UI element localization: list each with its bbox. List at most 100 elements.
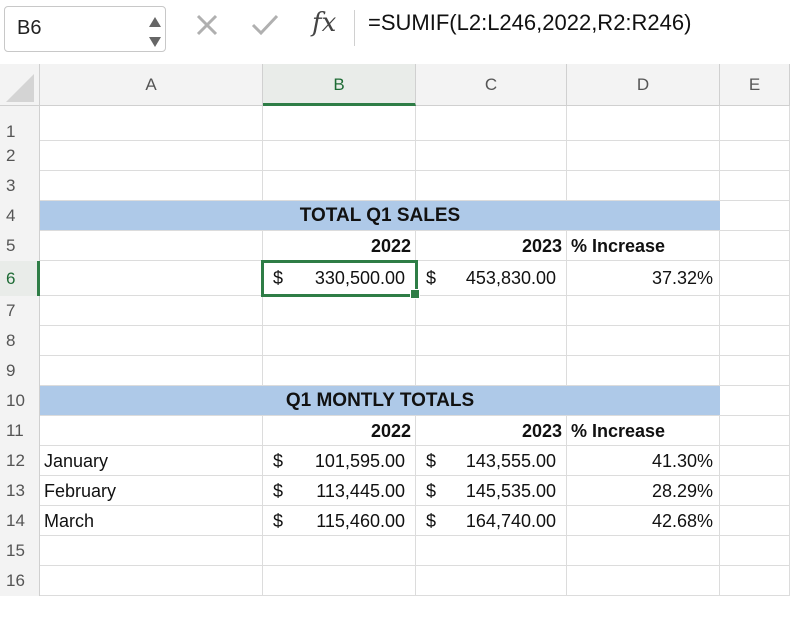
cell-b9[interactable] <box>263 356 416 386</box>
cell-e7[interactable] <box>720 296 790 326</box>
cell-c11-year-2023[interactable]: 2023 <box>416 416 567 446</box>
column-header-b[interactable]: B <box>263 64 416 106</box>
select-all-corner[interactable] <box>0 64 40 106</box>
cell-d14-increase[interactable]: 42.68% <box>567 506 720 536</box>
cell-d11-increase-header[interactable]: % Increase <box>567 416 720 446</box>
cell-a7[interactable] <box>40 296 263 326</box>
cell-b5-year-2022[interactable]: 2022 <box>263 231 416 261</box>
cell-d6-total-increase[interactable]: 37.32% <box>567 261 720 296</box>
cell-b7[interactable] <box>263 296 416 326</box>
column-header-a[interactable]: A <box>40 64 263 106</box>
cell-c2[interactable] <box>416 141 567 171</box>
cell-b12-2022[interactable]: $ 101,595.00 <box>263 446 416 476</box>
cell-b14-2022[interactable]: $ 115,460.00 <box>263 506 416 536</box>
cell-a5[interactable] <box>40 231 263 261</box>
cell-c5-year-2023[interactable]: 2023 <box>416 231 567 261</box>
column-header-e[interactable]: E <box>720 64 790 106</box>
column-header-c[interactable]: C <box>416 64 567 106</box>
cell-e9[interactable] <box>720 356 790 386</box>
cell-c14-2023[interactable]: $ 164,740.00 <box>416 506 567 536</box>
column-header-d[interactable]: D <box>567 64 720 106</box>
cell-e2[interactable] <box>720 141 790 171</box>
cell-a2[interactable] <box>40 141 263 171</box>
cell-a9[interactable] <box>40 356 263 386</box>
cell-e13[interactable] <box>720 476 790 506</box>
row-header-14[interactable]: 14 <box>0 506 40 536</box>
cell-e12[interactable] <box>720 446 790 476</box>
cell-b11-year-2022[interactable]: 2022 <box>263 416 416 446</box>
cell-e3[interactable] <box>720 171 790 201</box>
cell-c3[interactable] <box>416 171 567 201</box>
row-header-6[interactable]: 6 <box>0 261 40 296</box>
row-header-11[interactable]: 11 <box>0 416 40 446</box>
cell-d13-increase[interactable]: 28.29% <box>567 476 720 506</box>
cell-c13-2023[interactable]: $ 145,535.00 <box>416 476 567 506</box>
cell-b16[interactable] <box>263 566 416 596</box>
cell-a1[interactable] <box>40 106 263 141</box>
cell-d9[interactable] <box>567 356 720 386</box>
cell-a13-month[interactable]: February <box>40 476 263 506</box>
cell-d15[interactable] <box>567 536 720 566</box>
fx-icon[interactable]: fx <box>312 8 336 38</box>
x-icon[interactable] <box>194 12 220 38</box>
cell-a6[interactable] <box>40 261 263 296</box>
cell-d7[interactable] <box>567 296 720 326</box>
cell-d1[interactable] <box>567 106 720 141</box>
cell-a16[interactable] <box>40 566 263 596</box>
q1-monthly-totals-banner[interactable]: Q1 MONTLY TOTALS <box>40 386 720 416</box>
name-box[interactable]: B6 <box>4 6 166 52</box>
cell-a12-month[interactable]: January <box>40 446 263 476</box>
row-header-2[interactable]: 2 <box>0 141 40 171</box>
cell-d12-increase[interactable]: 41.30% <box>567 446 720 476</box>
cell-b13-2022[interactable]: $ 113,445.00 <box>263 476 416 506</box>
row-header-4[interactable]: 4 <box>0 201 40 231</box>
cell-d8[interactable] <box>567 326 720 356</box>
cell-c1[interactable] <box>416 106 567 141</box>
cell-a3[interactable] <box>40 171 263 201</box>
row-header-5[interactable]: 5 <box>0 231 40 261</box>
total-q1-sales-banner[interactable]: TOTAL Q1 SALES <box>40 201 720 231</box>
cell-e15[interactable] <box>720 536 790 566</box>
cell-a15[interactable] <box>40 536 263 566</box>
row-header-7[interactable]: 7 <box>0 296 40 326</box>
cell-e6[interactable] <box>720 261 790 296</box>
cell-c12-2023[interactable]: $ 143,555.00 <box>416 446 567 476</box>
cell-b1[interactable] <box>263 106 416 141</box>
row-header-8[interactable]: 8 <box>0 326 40 356</box>
name-box-stepper[interactable] <box>149 15 165 51</box>
cell-b15[interactable] <box>263 536 416 566</box>
cell-c9[interactable] <box>416 356 567 386</box>
cell-e10[interactable] <box>720 386 790 416</box>
cell-a8[interactable] <box>40 326 263 356</box>
cell-c8[interactable] <box>416 326 567 356</box>
cell-b8[interactable] <box>263 326 416 356</box>
cell-c15[interactable] <box>416 536 567 566</box>
cell-e16[interactable] <box>720 566 790 596</box>
cell-b2[interactable] <box>263 141 416 171</box>
row-header-13[interactable]: 13 <box>0 476 40 506</box>
cell-c6-total-2023[interactable]: $ 453,830.00 <box>416 261 567 296</box>
row-header-3[interactable]: 3 <box>0 171 40 201</box>
cell-e1[interactable] <box>720 106 790 141</box>
check-icon[interactable] <box>250 12 280 38</box>
row-header-1[interactable]: 1 <box>0 106 40 141</box>
cell-d16[interactable] <box>567 566 720 596</box>
row-header-10[interactable]: 10 <box>0 386 40 416</box>
cell-e14[interactable] <box>720 506 790 536</box>
cell-e11[interactable] <box>720 416 790 446</box>
row-header-12[interactable]: 12 <box>0 446 40 476</box>
cell-e8[interactable] <box>720 326 790 356</box>
cell-c7[interactable] <box>416 296 567 326</box>
cell-e5[interactable] <box>720 231 790 261</box>
cell-d2[interactable] <box>567 141 720 171</box>
cell-b3[interactable] <box>263 171 416 201</box>
cell-d5-increase-header[interactable]: % Increase <box>567 231 720 261</box>
row-header-16[interactable]: 16 <box>0 566 40 596</box>
cell-e4[interactable] <box>720 201 790 231</box>
cell-a14-month[interactable]: March <box>40 506 263 536</box>
formula-input[interactable]: =SUMIF(L2:L246,2022,R2:R246) <box>368 10 691 36</box>
fill-handle[interactable] <box>410 289 420 299</box>
cell-d3[interactable] <box>567 171 720 201</box>
cell-a11[interactable] <box>40 416 263 446</box>
cell-c16[interactable] <box>416 566 567 596</box>
